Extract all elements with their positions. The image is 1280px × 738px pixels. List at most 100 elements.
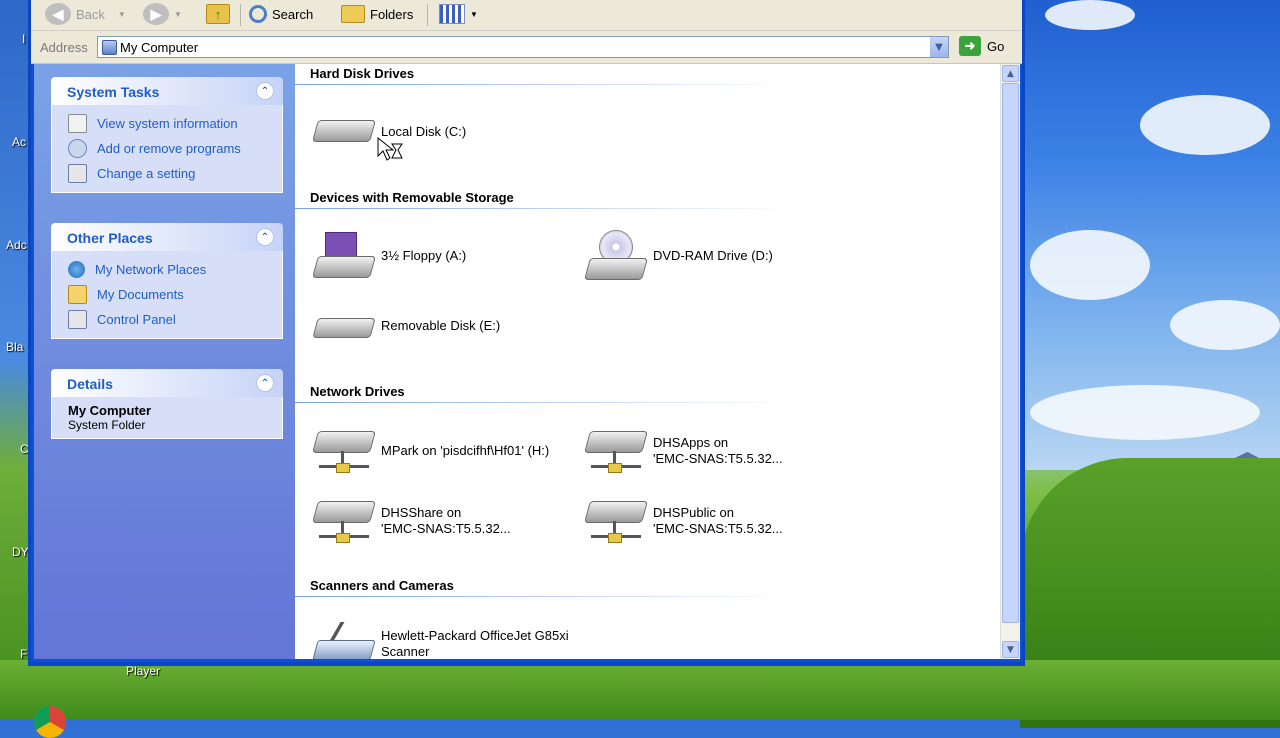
task-label: View system information bbox=[97, 116, 238, 131]
desktop-icon-label[interactable]: DY bbox=[12, 545, 29, 559]
details-panel: Details ⌃ My Computer System Folder bbox=[51, 369, 283, 439]
group-divider bbox=[295, 402, 795, 403]
drive-removable-e[interactable]: Removable Disk (E:) bbox=[312, 300, 501, 352]
go-button[interactable]: ➜ Go bbox=[959, 36, 1004, 56]
group-network-drives: Network Drives bbox=[310, 384, 405, 399]
item-label: 3½ Floppy (A:) bbox=[381, 248, 467, 263]
removable-disk-icon bbox=[312, 300, 376, 352]
desktop-icon-label[interactable]: Ac bbox=[12, 135, 26, 149]
place-label: Control Panel bbox=[97, 312, 176, 327]
computer-icon bbox=[102, 40, 117, 55]
item-label: DHSApps on 'EMC-SNAS:T5.5.32... bbox=[653, 435, 783, 466]
toolbar: ◀ Back ▼ ▶ ▼ ↑ Search Folders ▼ bbox=[31, 0, 1022, 31]
network-drive-dhsshare[interactable]: DHSShare on 'EMC-SNAS:T5.5.32... bbox=[312, 495, 511, 547]
drive-dvd-ram-d[interactable]: DVD-RAM Drive (D:) bbox=[584, 230, 773, 282]
system-info-icon bbox=[68, 114, 87, 133]
control-panel-icon bbox=[68, 310, 87, 329]
explorer-window: ◀ Back ▼ ▶ ▼ ↑ Search Folders ▼ Address bbox=[28, 0, 1025, 666]
group-divider bbox=[295, 208, 795, 209]
documents-folder-icon bbox=[68, 285, 87, 304]
group-scanners-cameras: Scanners and Cameras bbox=[310, 578, 454, 593]
folders-button[interactable]: Folders bbox=[341, 2, 413, 26]
search-button[interactable]: Search bbox=[249, 2, 313, 26]
place-label: My Documents bbox=[97, 287, 184, 302]
forward-button[interactable]: ▶ ▼ bbox=[143, 2, 182, 26]
network-drive-mpark-h[interactable]: MPark on 'pisdcifhf\Hf01' (H:) bbox=[312, 425, 550, 477]
go-arrow-icon: ➜ bbox=[959, 36, 981, 56]
desktop-icon-label[interactable]: Player bbox=[126, 664, 160, 678]
address-dropdown-button[interactable]: ▼ bbox=[930, 37, 948, 57]
task-add-remove-programs[interactable]: Add or remove programs bbox=[52, 136, 282, 161]
control-panel-icon bbox=[68, 164, 87, 183]
desktop-left-edge bbox=[0, 0, 30, 720]
network-drive-dhsapps[interactable]: DHSApps on 'EMC-SNAS:T5.5.32... bbox=[584, 425, 783, 477]
collapse-icon[interactable]: ⌃ bbox=[256, 228, 274, 246]
back-button[interactable]: ◀ Back ▼ bbox=[45, 2, 126, 26]
dropdown-arrow-icon: ▼ bbox=[470, 9, 478, 19]
hard-disk-icon bbox=[312, 106, 376, 158]
desktop-icon-label[interactable]: I bbox=[22, 32, 25, 46]
cloud bbox=[1030, 230, 1150, 300]
item-label: DHSPublic on 'EMC-SNAS:T5.5.32... bbox=[653, 505, 783, 536]
views-icon bbox=[439, 4, 465, 24]
up-folder-button[interactable]: ↑ bbox=[206, 2, 230, 26]
desktop-icon-label[interactable]: Bla bbox=[6, 340, 23, 354]
panel-title: System Tasks bbox=[67, 84, 160, 100]
panel-title: Other Places bbox=[67, 230, 153, 246]
desktop-icon-label[interactable]: F bbox=[20, 647, 27, 661]
item-label: Hewlett-Packard OfficeJet G85xi Scanner bbox=[381, 628, 569, 659]
address-input[interactable]: My Computer ▼ bbox=[97, 36, 949, 58]
item-label: Removable Disk (E:) bbox=[381, 318, 501, 333]
panel-title: Details bbox=[67, 376, 113, 392]
scroll-thumb[interactable] bbox=[1002, 83, 1019, 623]
group-divider bbox=[295, 596, 795, 597]
scanner-hp-officejet[interactable]: Hewlett-Packard OfficeJet G85xi Scanner bbox=[312, 618, 569, 659]
place-my-documents[interactable]: My Documents bbox=[52, 282, 282, 307]
collapse-icon[interactable]: ⌃ bbox=[256, 82, 274, 100]
panel-header[interactable]: Other Places ⌃ bbox=[51, 223, 283, 251]
group-removable-storage: Devices with Removable Storage bbox=[310, 190, 514, 205]
network-drive-icon bbox=[312, 425, 376, 477]
details-type: System Folder bbox=[68, 418, 146, 432]
collapse-icon[interactable]: ⌃ bbox=[256, 374, 274, 392]
panel-header[interactable]: System Tasks ⌃ bbox=[51, 77, 283, 105]
panel-header[interactable]: Details ⌃ bbox=[51, 369, 283, 397]
drive-floppy-a[interactable]: 3½ Floppy (A:) bbox=[312, 230, 467, 282]
place-my-network-places[interactable]: My Network Places bbox=[52, 257, 282, 282]
forward-arrow-icon: ▶ bbox=[143, 3, 169, 25]
panel-body: My Network Places My Documents Control P… bbox=[51, 251, 283, 339]
item-label: MPark on 'pisdcifhf\Hf01' (H:) bbox=[381, 443, 550, 458]
search-label: Search bbox=[272, 6, 314, 22]
views-button[interactable]: ▼ bbox=[439, 2, 478, 26]
details-name: My Computer bbox=[68, 403, 152, 418]
up-folder-icon: ↑ bbox=[206, 4, 230, 24]
place-control-panel[interactable]: Control Panel bbox=[52, 307, 282, 332]
cloud bbox=[1140, 95, 1270, 155]
cloud bbox=[1170, 300, 1280, 350]
scroll-up-button[interactable]: ▲ bbox=[1002, 65, 1019, 82]
network-drive-icon bbox=[312, 495, 376, 547]
other-places-panel: Other Places ⌃ My Network Places My Docu… bbox=[51, 223, 283, 339]
search-icon bbox=[249, 5, 267, 23]
vertical-scrollbar[interactable]: ▲ ▼ bbox=[1000, 64, 1020, 659]
task-view-system-info[interactable]: View system information bbox=[52, 111, 282, 136]
desktop-icon-label[interactable]: Adc bbox=[6, 238, 27, 252]
dropdown-arrow-icon: ▼ bbox=[117, 9, 126, 19]
dvd-drive-icon bbox=[584, 230, 648, 282]
back-label: Back bbox=[76, 6, 105, 22]
address-label: Address bbox=[40, 40, 88, 55]
system-tasks-panel: System Tasks ⌃ View system information A… bbox=[51, 77, 283, 193]
scroll-down-button[interactable]: ▼ bbox=[1002, 641, 1019, 658]
toolbar-separator bbox=[240, 4, 241, 26]
task-label: Add or remove programs bbox=[97, 141, 241, 156]
task-change-setting[interactable]: Change a setting bbox=[52, 161, 282, 186]
item-label: DVD-RAM Drive (D:) bbox=[653, 248, 773, 263]
back-arrow-icon: ◀ bbox=[45, 3, 71, 25]
dropdown-arrow-icon: ▼ bbox=[174, 9, 182, 19]
chrome-icon[interactable] bbox=[34, 706, 66, 738]
network-drive-dhspublic[interactable]: DHSPublic on 'EMC-SNAS:T5.5.32... bbox=[584, 495, 783, 547]
group-divider bbox=[295, 84, 795, 85]
cloud bbox=[1045, 0, 1135, 30]
task-label: Change a setting bbox=[97, 166, 196, 181]
task-pane: System Tasks ⌃ View system information A… bbox=[34, 64, 295, 659]
